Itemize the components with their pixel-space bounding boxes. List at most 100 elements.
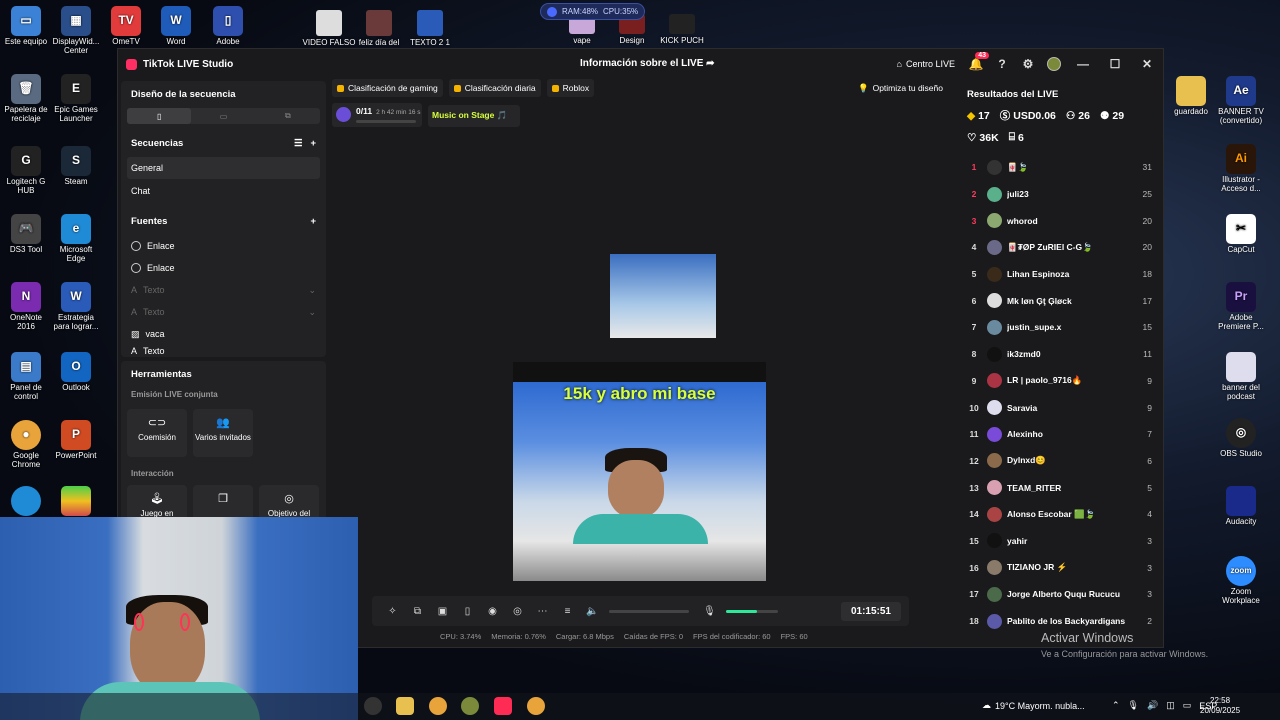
desktop-icon-banner-podcast[interactable]: banner del podcast [1215, 352, 1267, 402]
chevron-down-icon[interactable]: ⌄ [308, 307, 316, 318]
ranking-row[interactable]: 3 whorod 20 [959, 207, 1160, 234]
music-on-stage-widget[interactable]: Music on Stage 🎵 [428, 105, 520, 127]
ranking-row[interactable]: 10 Saravia 9 [959, 394, 1160, 421]
ranking-row[interactable]: 8 ik3zmd0 11 [959, 341, 1160, 368]
maximize-button[interactable]: ☐ [1099, 49, 1131, 79]
desktop-icon-word[interactable]: W Word [150, 6, 202, 47]
game-button[interactable]: 🕹 Juego en [127, 485, 187, 521]
desktop-icon-estrategia[interactable]: W Estrategia para lograr... [50, 282, 102, 332]
desktop-icon-ds3[interactable]: 🎮 DS3 Tool [0, 214, 52, 255]
ranking-row[interactable]: 7 justin_supe.x 15 [959, 314, 1160, 341]
desktop-icon-zoom[interactable]: zoom Zoom Workplace [1215, 556, 1267, 606]
taskbar-chrome-icon-2[interactable] [527, 697, 545, 715]
desktop-icon-outlook[interactable]: O Outlook [50, 352, 102, 393]
profile-button[interactable] [1041, 49, 1067, 79]
desktop-icon-illustrator[interactable]: Ai Illustrator - Acceso d... [1215, 144, 1267, 194]
add-sequence-button[interactable]: + [310, 138, 316, 149]
source-item-texto-2[interactable]: A Texto ⌄ [121, 301, 326, 323]
coemision-button[interactable]: ⊂⊃ Coemisión [127, 409, 187, 457]
mixer-icon[interactable]: ≡ [555, 606, 580, 617]
desktop-icon-banner-tv[interactable]: Ae BANNER TV (convertido) [1215, 76, 1267, 126]
dual-mode-button[interactable]: ⧉ [256, 108, 320, 124]
volume-tray-icon[interactable]: 🔊 [1147, 700, 1158, 711]
battery-tray-icon[interactable]: ▭ [1183, 700, 1192, 711]
ranking-row[interactable]: 12 Dylnxd😊 6 [959, 448, 1160, 475]
desktop-icon-kick[interactable]: KICK PUCH [655, 14, 709, 45]
add-source-button[interactable]: + [310, 216, 316, 227]
portrait-mode-button[interactable]: ▯ [127, 108, 192, 124]
desktop-icon-steam[interactable]: S Steam [50, 146, 102, 187]
landscape-mode-button[interactable]: ▭ [191, 108, 255, 124]
ranking-row[interactable]: 6 Mk løn Ģţ Ģløck 17 [959, 287, 1160, 314]
record-icon[interactable]: ◉ [480, 606, 505, 617]
desktop-icon-bluestacks[interactable] [50, 486, 102, 518]
taskbar-tiktok-icon[interactable] [494, 697, 512, 715]
ranking-row[interactable]: 9 LR | paolo_9716🔥 9 [959, 368, 1160, 395]
ranking-row[interactable]: 14 Alonso Escobar 🟩🍃 4 [959, 501, 1160, 528]
taskbar-app-icon[interactable] [364, 697, 382, 715]
help-button[interactable]: ? [989, 49, 1015, 79]
ranking-row[interactable]: 13 TEAM_RITER 5 [959, 474, 1160, 501]
more-icon[interactable]: ⋯ [530, 606, 555, 617]
notifications-button[interactable]: 🔔 43 [963, 49, 989, 79]
sequence-item-chat[interactable]: Chat [121, 180, 326, 202]
desktop-icon-papelera[interactable]: 🗑 Papelera de reciclaje [0, 74, 52, 124]
desktop-icon-onenote[interactable]: N OneNote 2016 [0, 282, 52, 332]
screenshot-icon[interactable]: ◎ [505, 606, 530, 617]
desktop-icon-powerpoint[interactable]: P PowerPoint [50, 420, 102, 461]
desktop-icon-capcut[interactable]: ✂ CapCut [1215, 214, 1267, 255]
desktop-icon-texto[interactable]: TEXTO 2 1 [403, 10, 457, 47]
chevron-up-icon[interactable]: ⌃ [1112, 700, 1120, 711]
ranking-row[interactable]: 5 Lihan Espinoza 18 [959, 261, 1160, 288]
desktop-icon-obs[interactable]: ◎ OBS Studio [1215, 418, 1267, 459]
microphone-tray-icon[interactable]: 🎙 [1128, 700, 1139, 711]
microphone-icon[interactable]: 🎙 [697, 606, 722, 617]
desktop-icon-este-equipo[interactable]: ▭ Este equipo [0, 6, 52, 47]
desktop-icon-displaywidget[interactable]: ▦ DisplayWid... Center [50, 6, 102, 56]
source-item-texto-1[interactable]: A Texto ⌄ [121, 279, 326, 301]
ranking-row[interactable]: 17 Jorge Alberto Ququ Rucucu 3 [959, 581, 1160, 608]
stage-progress-widget[interactable]: 0/11 2 h 42 min 16 s [332, 103, 422, 127]
ranking-row[interactable]: 15 yahir 3 [959, 528, 1160, 555]
taskbar-app-icon-2[interactable] [461, 697, 479, 715]
desktop-icon-panel[interactable]: ▤ Panel de control [0, 352, 52, 402]
chevron-down-icon[interactable]: ⌄ [308, 285, 316, 296]
phone-icon[interactable]: ▯ [455, 606, 480, 617]
effects-icon[interactable]: ✧ [380, 606, 405, 617]
desktop-icon-ometv[interactable]: TV OmeTV [100, 6, 152, 47]
taskbar-chrome-icon[interactable] [429, 697, 447, 715]
desktop-icon-guardado[interactable]: guardado [1165, 76, 1217, 117]
chip-roblox[interactable]: Roblox [546, 79, 595, 97]
system-monitor-widget[interactable]: RAM:48% CPU:35% [540, 3, 646, 20]
mic-level-slider[interactable] [726, 609, 778, 613]
settings-button[interactable]: ⚙ [1015, 49, 1041, 79]
volume-slider[interactable] [609, 609, 689, 613]
desktop-icon-edge-2[interactable] [0, 486, 52, 518]
desktop-icon-epic[interactable]: E Epic Games Launcher [50, 74, 102, 124]
speaker-icon[interactable]: 🔈 [580, 606, 605, 617]
ranking-row[interactable]: 2 juli23 25 [959, 181, 1160, 208]
multi-guest-button[interactable]: 👥 Varios invitados [193, 409, 253, 457]
desktop-icon-feliz-dia[interactable]: feliz día del [352, 10, 406, 47]
desktop-icon-adobe[interactable]: ▯ Adobe [202, 6, 254, 47]
live-info-button[interactable]: Información sobre el LIVE ➦ [580, 58, 715, 69]
live-preview[interactable]: 15k y abro mi base [513, 134, 766, 581]
minimize-button[interactable]: — [1067, 49, 1099, 79]
ranking-row[interactable]: 4 🀄️₮ØP ZuRIEl C-G🍃 20 [959, 234, 1160, 261]
source-item-enlace-1[interactable]: Enlace [121, 235, 326, 257]
source-item-vaca[interactable]: ▨ vaca [121, 323, 326, 345]
source-item-texto-3[interactable]: A Texto [121, 345, 326, 357]
goal-button[interactable]: ◎ Objetivo del [259, 485, 319, 521]
taskbar-clock[interactable]: 22:58 20/09/2025 [1200, 696, 1240, 715]
desktop-icon-video-falso[interactable]: VIDEO FALSO [302, 10, 356, 47]
ranking-row[interactable]: 11 Alexinho 7 [959, 421, 1160, 448]
desktop-icon-edge[interactable]: e Microsoft Edge [50, 214, 102, 264]
desktop-icon-chrome[interactable]: ● Google Chrome [0, 420, 52, 470]
chip-daily-ranking[interactable]: Clasificación diaria [448, 79, 541, 97]
desktop-icon-premiere[interactable]: Pr Adobe Premiere P... [1215, 282, 1267, 332]
ranking-row[interactable]: 1 🀄️🍃 31 [959, 154, 1160, 181]
sequence-item-general[interactable]: General [127, 157, 320, 179]
list-icon[interactable]: ☰ [294, 138, 303, 149]
layout-icon[interactable]: ⧉ [405, 606, 430, 617]
cards-button[interactable]: ❐ [193, 485, 253, 521]
